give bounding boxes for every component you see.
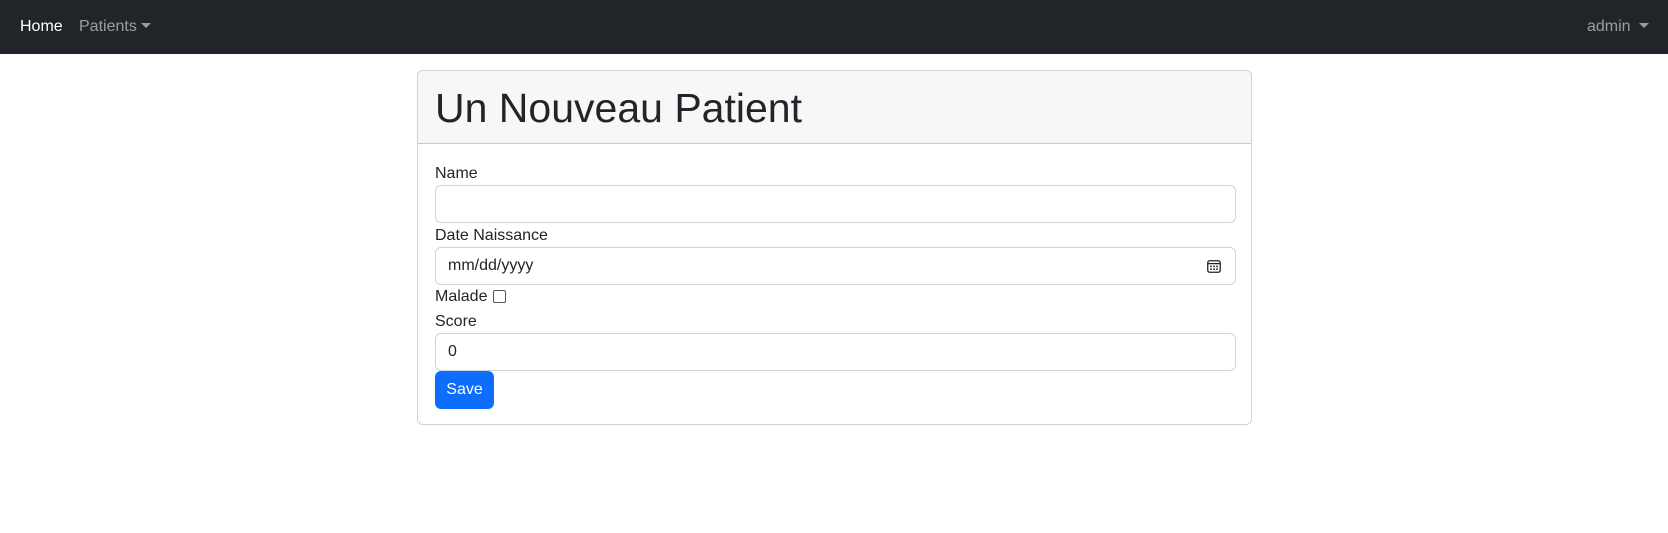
name-label: Name — [435, 165, 478, 182]
card-header: Un Nouveau Patient — [418, 71, 1251, 144]
date-label: Date Naissance — [435, 227, 548, 244]
nav-user-dropdown[interactable]: admin — [1587, 17, 1649, 37]
nav-home-link[interactable]: Home — [20, 17, 63, 37]
malade-label: Malade — [435, 288, 488, 305]
malade-checkbox[interactable] — [493, 290, 506, 303]
date-placeholder: mm/dd/yyyy — [448, 257, 534, 274]
score-label: Score — [435, 313, 477, 330]
date-input[interactable]: mm/dd/yyyy — [435, 247, 1236, 285]
save-button[interactable]: Save — [435, 371, 494, 409]
top-navbar: Home Patients admin — [0, 0, 1668, 54]
nav-patients-label: Patients — [79, 18, 137, 35]
chevron-down-icon — [140, 23, 151, 28]
chevron-down-icon — [1638, 23, 1649, 28]
calendar-icon[interactable] — [1207, 259, 1221, 273]
new-patient-card: Un Nouveau Patient Name Date Naissance m… — [417, 70, 1252, 425]
name-input[interactable] — [435, 185, 1236, 223]
nav-patients-dropdown[interactable]: Patients — [79, 17, 151, 37]
nav-user-label: admin — [1587, 18, 1631, 35]
score-input[interactable]: 0 — [435, 333, 1236, 371]
page-title: Un Nouveau Patient — [435, 85, 802, 131]
